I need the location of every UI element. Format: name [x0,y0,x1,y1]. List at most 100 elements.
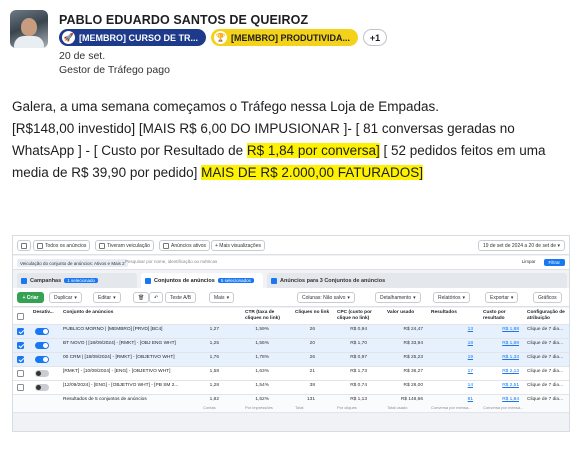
delivery-toggle[interactable] [35,370,49,377]
ads-manager-screenshot[interactable]: Todos os anúncios Tiveram veiculação Anú… [12,235,570,432]
edit-button[interactable]: Editar ▾ [93,292,121,303]
cell-cpc: R$ 0,74 [350,383,367,388]
col-header-results[interactable]: Resultados [429,308,479,324]
row-checkbox[interactable] [17,328,24,335]
cell-results[interactable]: 14 [429,381,475,394]
columns-button[interactable]: Colunas: Não salvo ▾ [297,292,355,303]
ad-icon [271,277,277,284]
total-sublabel: Contas [203,405,216,410]
totals-row: Resultados de 5 conjuntos de anúncios 1,8… [13,395,569,413]
badge-course[interactable]: 🚀 [MEMBRO] CURSO DE TR... [59,29,206,46]
chip-delivered[interactable]: Tiveram veiculação [95,240,154,251]
cell-results[interactable]: 19 [429,353,475,366]
delivery-toggle[interactable] [35,384,49,391]
apply-filter-button[interactable]: Filtrar [543,259,565,266]
cell-cost-per-result[interactable]: R$ 1,89 [481,339,521,352]
ads-search-input[interactable]: Pesquisar por nome, identificação ou mét… [125,259,217,264]
cell-cost-per-result[interactable]: R$ 2,13 [481,367,521,380]
clear-filter-link[interactable]: Limpar [522,259,536,266]
avatar-shirt [14,36,44,48]
col-header-ctr[interactable]: CTR (taxa de cliques no link) [243,308,291,324]
badge-productivity[interactable]: 🏆 [MEMBRO] PRODUTIVIDA... [211,29,358,46]
row-checkbox[interactable] [17,356,24,363]
date-range-picker[interactable]: 19 de set de 2024 a 20 de set de ▾ [477,240,565,251]
delivery-toggle[interactable] [35,342,49,349]
cell-clicks: 26 [309,355,315,360]
col-header-status[interactable]: Desativ... [31,308,57,324]
chip-all-ads[interactable]: Todos os anúncios [33,240,91,251]
active-filter-tag[interactable]: Veiculação do conjunto de anúncios: Ativ… [17,259,128,267]
delete-icon[interactable]: 🗑 [133,292,150,303]
ads-toolbar: Todos os anúncios Tiveram veiculação Anú… [13,236,569,255]
cell-results[interactable]: 18 [429,339,475,352]
create-button[interactable]: + Criar [17,292,44,303]
cell-clicks: 26 [309,327,315,332]
table-row[interactable]: [RMKT] - [10/09/2024] - [ENG] - [OBJETIV… [13,367,569,381]
table-row[interactable]: BT NOVO | [18/09/2024] - [RMKT] - [OBJ E… [13,339,569,353]
ads-action-bar: + Criar Duplicar ▾ Editar ▾ 🗑 ↶ Teste A/… [13,288,569,307]
total-attribution: Clique de 7 dia... [527,397,564,402]
cell-attribution: Clique de 7 dia... [527,341,564,346]
col-header-spent[interactable]: Valor usado [385,308,427,324]
select-all-checkbox[interactable] [17,313,24,320]
cell-cost-per-result[interactable]: R$ 1,33 [481,353,521,366]
ads-search-row: Veiculação do conjunto de anúncios: Ativ… [13,256,569,270]
total-sublabel: Conversa por mensa... [483,405,524,410]
post-paragraph-1: Galera, a uma semana começamos o Tráfego… [12,99,439,114]
post-paragraph-2: [R$148,00 investido] [MAIS R$ 6,00 DO IM… [12,118,557,184]
post-highlight-cost: R$ 1,84 por conversa] [246,143,380,158]
table-row[interactable]: 00 CRM | [18/09/2024] - [RMKT] - [OBJETI… [13,353,569,367]
total-sublabel: Por cliques [337,405,357,410]
table-row[interactable]: [12/09/2024] - [ENG] - [OBJETIVO WHT] - … [13,381,569,395]
delivery-toggle[interactable] [35,356,49,363]
cell-cpc: R$ 1,73 [350,369,367,374]
cell-ctr-all: 1,27 [209,327,219,332]
delivery-toggle[interactable] [35,328,49,335]
cell-ctr: 1,55% [255,341,269,346]
row-checkbox[interactable] [17,342,24,349]
tab-campaigns[interactable]: Campanhas 1 selecionado [17,273,137,288]
tab-ads[interactable]: Anúncios para 3 Conjuntos de anúncios [267,273,567,288]
author-avatar[interactable] [10,10,48,48]
filter-toggle-icon[interactable] [17,240,31,251]
post-highlight-revenue: MAIS DE R$ 2.000,00 FATURADOS] [201,165,423,180]
col-header-cpr[interactable]: Custo por resultado [481,308,523,324]
cell-results[interactable]: 17 [429,367,475,380]
charts-button[interactable]: Gráficos [533,292,562,303]
cell-cost-per-result[interactable]: R$ 1,88 [481,325,521,338]
cell-clicks: 21 [309,369,315,374]
row-checkbox[interactable] [17,370,24,377]
trophy-badge-icon: 🏆 [214,31,227,44]
ab-test-button[interactable]: Teste A/B [165,292,197,303]
more-badges-button[interactable]: +1 [363,29,387,46]
chip-active-ads[interactable]: Anúncios ativos [159,240,211,251]
cell-cost-per-result[interactable]: R$ 2,51 [481,381,521,394]
col-header-adset[interactable]: Conjunto de anúncios [61,308,181,324]
export-button[interactable]: Exportar ▾ [485,292,519,303]
undo-icon[interactable]: ↶ [149,292,164,303]
table-row[interactable]: PUBLICO MORNO | [MEMBRO] [PRVD] [BC4] 1,2… [13,325,569,339]
cell-ctr-all: 1,25 [209,341,219,346]
col-header-clicks[interactable]: Cliques no link [293,308,333,324]
tab-adsets[interactable]: Conjuntos de anúncios 5 selecionados [141,273,263,288]
cell-ctr-all: 1,76 [209,355,219,360]
col-header-attribution[interactable]: Configuração de atribuição [525,308,569,324]
more-button[interactable]: Mais ▾ [209,292,235,303]
breakdown-button[interactable]: Detalhamento ▾ [375,292,421,303]
total-sublabel: Total [295,405,304,410]
reports-button[interactable]: Relatórios ▾ [433,292,471,303]
adsets-selected-pill[interactable]: 5 selecionados [217,278,254,283]
row-checkbox[interactable] [17,384,24,391]
chip-more-views[interactable]: + Mais visualizações [211,240,265,251]
col-header-cpc[interactable]: CPC (custo por clique no link) [335,308,383,324]
cell-attribution: Clique de 7 dia... [527,327,564,332]
author-role: Gestor de Tráfego pago [59,64,170,76]
post-date[interactable]: 20 de set. [59,50,105,62]
badge-productivity-label: [MEMBRO] PRODUTIVIDA... [231,32,350,43]
cell-results[interactable]: 13 [429,325,475,338]
list-icon [37,242,43,249]
cell-clicks: 20 [309,341,315,346]
author-name[interactable]: PABLO EDUARDO SANTOS DE QUEIROZ [59,13,308,27]
campaigns-selected-pill[interactable]: 1 selecionado [64,278,98,283]
duplicate-button[interactable]: Duplicar ▾ [49,292,82,303]
